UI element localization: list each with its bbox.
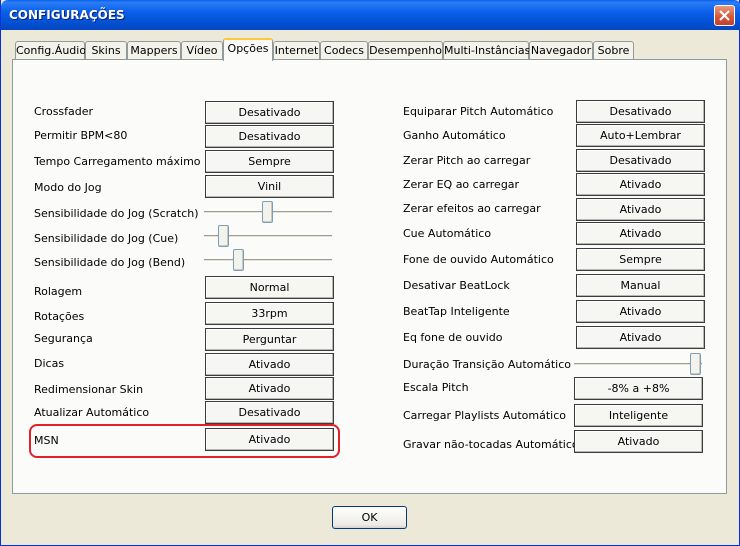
zerar-pitch-button[interactable]: Desativado — [576, 149, 705, 172]
rolagem-label: Rolagem — [34, 285, 83, 298]
tab-navegador[interactable]: Navegador — [529, 41, 593, 60]
zerar-pitch-label: Zerar Pitch ao carregar — [403, 154, 531, 167]
close-button[interactable] — [714, 5, 735, 26]
sens-scratch-label: Sensibilidade do Jog (Scratch) — [34, 207, 199, 220]
fone-ouvido-button[interactable]: Sempre — [576, 248, 705, 271]
desativar-beatlock-button[interactable]: Manual — [576, 274, 705, 297]
modo-jog-label: Modo do Jog — [34, 181, 102, 194]
slider-thumb[interactable] — [218, 225, 229, 247]
ganho-automatico-button[interactable]: Auto+Lembrar — [576, 124, 705, 147]
carregar-playlists-label: Carregar Playlists Automático — [403, 409, 567, 422]
window-title: CONFIGURAÇÕES — [9, 8, 125, 22]
fone-ouvido-label: Fone de ouvido Automático — [403, 253, 554, 266]
sens-bend-slider[interactable] — [204, 249, 332, 271]
slider-track — [204, 259, 332, 262]
permitir-bpm-label: Permitir BPM<80 — [34, 129, 128, 142]
eq-fone-label: Eq fone de ouvido — [403, 331, 503, 344]
msn-button[interactable]: Ativado — [205, 428, 334, 451]
sens-cue-label: Sensibilidade do Jog (Cue) — [34, 232, 179, 245]
gravar-nao-tocadas-label: Gravar não-tocadas Automático — [403, 438, 579, 451]
atualizar-automatico-label: Atualizar Automático — [34, 406, 150, 419]
slider-thumb[interactable] — [262, 201, 273, 223]
rotacoes-label: Rotações — [34, 310, 85, 323]
beattap-button[interactable]: Ativado — [576, 300, 705, 323]
sens-cue-slider[interactable] — [204, 225, 332, 247]
ganho-automatico-label: Ganho Automático — [403, 129, 506, 142]
carregar-playlists-button[interactable]: Inteligente — [574, 404, 703, 427]
cue-automatico-button[interactable]: Ativado — [576, 222, 705, 245]
gravar-nao-tocadas-button[interactable]: Ativado — [574, 430, 703, 453]
title-bar[interactable]: CONFIGURAÇÕES — [1, 0, 740, 30]
atualizar-automatico-button[interactable]: Desativado — [205, 401, 334, 424]
cue-automatico-label: Cue Automático — [403, 227, 492, 240]
escala-pitch-label: Escala Pitch — [403, 381, 469, 394]
sens-scratch-slider[interactable] — [204, 201, 332, 223]
dicas-label: Dicas — [34, 357, 65, 370]
tempo-carregamento-button[interactable]: Sempre — [205, 150, 334, 173]
redimensionar-skin-label: Redimensionar Skin — [34, 383, 144, 396]
desativar-beatlock-label: Desativar BeatLock — [403, 279, 510, 292]
tab-codecs[interactable]: Codecs — [320, 41, 368, 60]
equiparar-pitch-label: Equiparar Pitch Automático — [403, 105, 554, 118]
msn-label: MSN — [34, 434, 59, 447]
close-icon — [719, 10, 730, 21]
slider-thumb[interactable] — [690, 353, 701, 375]
eq-fone-button[interactable]: Ativado — [576, 326, 705, 349]
tab-multi-instancias[interactable]: Multi-Instâncias — [443, 41, 530, 60]
tab-skins[interactable]: Skins — [85, 41, 127, 60]
tab-video[interactable]: Vídeo — [181, 41, 223, 60]
crossfader-label: Crossfader — [34, 105, 94, 118]
redimensionar-skin-button[interactable]: Ativado — [205, 377, 334, 400]
zerar-eq-label: Zerar EQ ao carregar — [403, 178, 520, 191]
duracao-transicao-slider[interactable] — [574, 353, 702, 375]
slider-thumb[interactable] — [233, 249, 244, 271]
duracao-transicao-label: Duração Transição Automático — [403, 358, 572, 371]
slider-track — [574, 363, 702, 366]
beattap-label: BeatTap Inteligente — [403, 305, 510, 318]
dicas-button[interactable]: Ativado — [205, 353, 334, 376]
modo-jog-button[interactable]: Vinil — [205, 175, 334, 198]
tab-desempenho[interactable]: Desempenho — [368, 41, 443, 60]
seguranca-button[interactable]: Perguntar — [205, 328, 334, 351]
rotacoes-button[interactable]: 33rpm — [205, 302, 334, 325]
tab-internet[interactable]: Internet — [273, 41, 320, 60]
rolagem-button[interactable]: Normal — [205, 276, 334, 299]
crossfader-button[interactable]: Desativado — [205, 101, 334, 124]
ok-button[interactable]: OK — [332, 506, 407, 529]
tab-mappers[interactable]: Mappers — [127, 41, 181, 60]
equiparar-pitch-button[interactable]: Desativado — [576, 100, 705, 123]
permitir-bpm-button[interactable]: Desativado — [205, 125, 334, 148]
tab-sobre[interactable]: Sobre — [593, 41, 634, 60]
tab-config-audio[interactable]: Config.Áudio — [15, 41, 86, 60]
tempo-carregamento-label: Tempo Carregamento máximo — [34, 155, 201, 168]
seguranca-label: Segurança — [34, 332, 93, 345]
zerar-efeitos-button[interactable]: Ativado — [576, 198, 705, 221]
tab-opcoes[interactable]: Opções — [223, 38, 273, 61]
escala-pitch-button[interactable]: -8% a +8% — [574, 377, 703, 400]
sens-bend-label: Sensibilidade do Jog (Bend) — [34, 256, 186, 269]
zerar-efeitos-label: Zerar efeitos ao carregar — [403, 202, 541, 215]
zerar-eq-button[interactable]: Ativado — [576, 173, 705, 196]
settings-window: CONFIGURAÇÕES Config.Áudio Skins Mappers… — [0, 0, 740, 546]
